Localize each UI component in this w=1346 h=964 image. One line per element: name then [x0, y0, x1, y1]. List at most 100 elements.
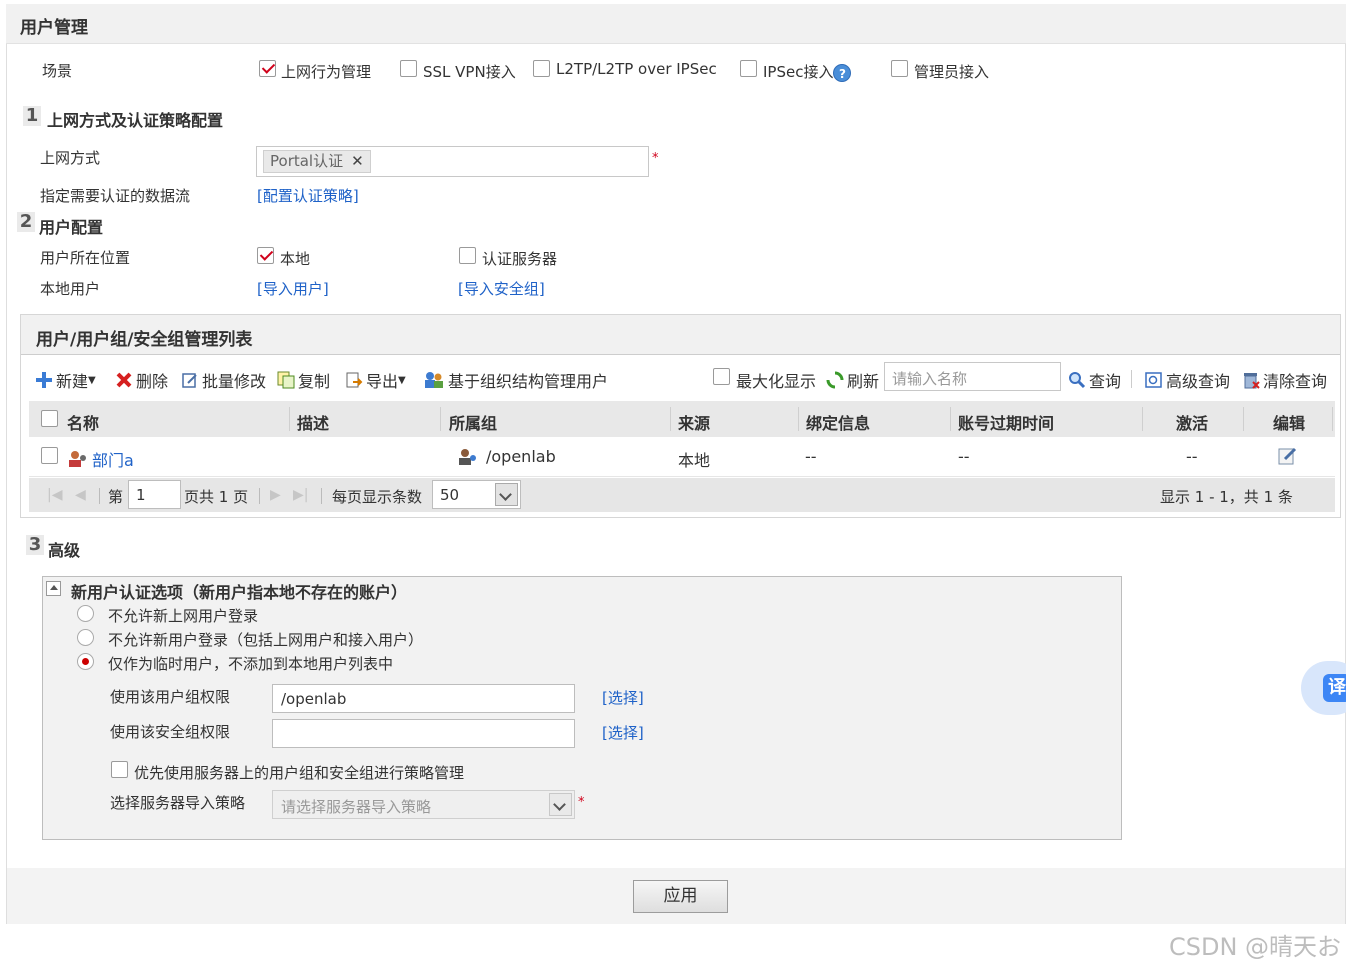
row-checkbox[interactable] — [41, 447, 58, 464]
delete-x-icon — [115, 371, 133, 389]
maximize-checkbox[interactable] — [713, 368, 730, 385]
radio-label: 不允许新用户登录（包括上网用户和接入用户） — [108, 631, 424, 649]
column-header-source[interactable]: 来源 — [678, 410, 710, 434]
batch-edit-icon — [181, 371, 199, 389]
panel-header: 用户/用户组/安全组管理列表 — [21, 315, 1340, 355]
column-header-expire[interactable]: 账号过期时间 — [958, 410, 1054, 434]
select-security-group-link[interactable]: [选择] — [602, 722, 644, 743]
radio-deny-all-new-users[interactable] — [77, 629, 94, 646]
new-button[interactable]: 新建 ▼ — [35, 368, 96, 392]
advanced-search-icon — [1145, 371, 1163, 389]
translate-icon: 译 — [1323, 674, 1346, 702]
section-number: 1 — [23, 106, 41, 126]
help-icon[interactable]: ? — [833, 63, 852, 82]
column-divider — [289, 407, 290, 431]
collapse-icon[interactable] — [46, 581, 61, 596]
pagination-bar: |◀ ◀ 第 1 页共 1 页 ▶ ▶| 每页显示条数 50 显示 1 - 1，… — [29, 478, 1335, 512]
per-page-select[interactable]: 50 — [432, 480, 521, 509]
clear-query-button[interactable]: 清除查询 — [1242, 368, 1327, 392]
column-header-description[interactable]: 描述 — [297, 410, 329, 434]
table-header: 名称 描述 所属组 来源 绑定信息 账号过期时间 激活 编辑 — [29, 401, 1335, 437]
page-number-input[interactable]: 1 — [128, 480, 181, 509]
import-security-group-link[interactable]: [导入安全组] — [458, 278, 545, 299]
prefer-server-label: 优先使用服务器上的用户组和安全组进行策略管理 — [134, 764, 465, 782]
radio-temporary-user[interactable] — [77, 653, 94, 670]
column-divider — [798, 407, 799, 431]
last-page-icon[interactable]: ▶| — [293, 487, 308, 503]
query-button[interactable]: 查询 — [1068, 368, 1121, 392]
delete-button[interactable]: 删除 — [115, 368, 168, 392]
copy-button[interactable]: 复制 — [277, 368, 330, 392]
pager-divider — [259, 488, 260, 504]
select-all-checkbox[interactable] — [41, 410, 58, 427]
new-user-auth-title: 新用户认证选项（新用户指本地不存在的账户） — [71, 583, 408, 602]
table-row[interactable]: 部门a /openlab 本地 -- -- -- — [29, 437, 1335, 477]
config-auth-policy-link[interactable]: [配置认证策略] — [257, 185, 359, 206]
row-expire: -- — [958, 447, 970, 466]
import-user-link[interactable]: [导入用户] — [257, 278, 329, 299]
refresh-icon — [826, 371, 844, 389]
scenario-checkbox-l2tp[interactable] — [533, 60, 550, 77]
scenario-option-label: 上网行为管理 — [281, 63, 372, 81]
row-binding: -- — [805, 447, 817, 466]
plus-icon — [35, 371, 53, 389]
prev-page-icon[interactable]: ◀ — [75, 487, 86, 503]
scenario-checkbox-ipsec[interactable] — [740, 60, 757, 77]
apply-button[interactable]: 应用 — [633, 880, 728, 913]
import-policy-label: 选择服务器导入策略 — [110, 794, 246, 812]
column-divider — [670, 407, 671, 431]
radio-deny-new-web-users[interactable] — [77, 605, 94, 622]
search-input[interactable]: 请输入名称 — [884, 362, 1061, 391]
export-button[interactable]: 导出 ▼ — [345, 368, 406, 392]
next-page-icon[interactable]: ▶ — [270, 487, 281, 503]
row-group: /openlab — [457, 447, 556, 466]
column-header-name[interactable]: 名称 — [67, 410, 99, 434]
column-header-group[interactable]: 所属组 — [449, 410, 497, 434]
refresh-button[interactable]: 刷新 — [826, 368, 879, 392]
user-location-label: 用户所在位置 — [40, 249, 131, 267]
security-group-permission-input[interactable] — [272, 719, 575, 748]
scenario-checkbox-ssl-vpn[interactable] — [400, 60, 417, 77]
column-divider — [440, 407, 441, 431]
search-icon — [1068, 371, 1086, 389]
row-active: -- — [1186, 447, 1198, 466]
column-header-binding[interactable]: 绑定信息 — [806, 410, 870, 434]
section-title: 上网方式及认证策略配置 — [47, 111, 224, 130]
org-users-icon — [423, 371, 445, 389]
scenario-option-label: L2TP/L2TP over IPSec — [556, 60, 717, 78]
group-permission-input[interactable]: /openlab — [272, 684, 575, 713]
scenario-option-label: 管理员接入 — [914, 63, 990, 81]
column-divider — [1243, 407, 1244, 431]
radio-label: 不允许新上网用户登录 — [108, 607, 259, 625]
copy-icon — [277, 371, 295, 389]
panel-title: 用户/用户组/安全组管理列表 — [36, 330, 253, 350]
section-title: 用户配置 — [39, 218, 104, 237]
select-group-link[interactable]: [选择] — [602, 687, 644, 708]
access-mode-field[interactable]: Portal认证 ✕ — [256, 146, 649, 177]
advanced-query-button[interactable]: 高级查询 — [1145, 368, 1230, 392]
prefer-server-checkbox[interactable] — [111, 761, 128, 778]
scenario-checkbox-web-behavior[interactable] — [259, 60, 276, 77]
remove-tag-icon[interactable]: ✕ — [351, 152, 364, 170]
scenario-option-label: SSL VPN接入 — [423, 63, 516, 81]
location-server-checkbox[interactable] — [459, 247, 476, 264]
section-number: 2 — [17, 212, 35, 232]
column-divider — [1332, 407, 1333, 431]
row-edit-icon[interactable] — [1278, 446, 1298, 470]
location-local-checkbox[interactable] — [257, 247, 274, 264]
page-header: 用户管理 — [6, 4, 1346, 44]
import-policy-select[interactable]: 请选择服务器导入策略 — [272, 790, 575, 819]
maximize-label: 最大化显示 — [736, 372, 817, 391]
first-page-icon[interactable]: |◀ — [47, 487, 62, 503]
chevron-down-icon — [495, 483, 518, 506]
export-icon — [345, 371, 363, 389]
column-header-active[interactable]: 激活 — [1176, 410, 1208, 434]
org-manage-button[interactable]: 基于组织结构管理用户 — [423, 368, 608, 392]
batch-edit-button[interactable]: 批量修改 — [181, 368, 266, 392]
row-name-link[interactable]: 部门a — [67, 447, 134, 471]
scenario-option-label: IPSec接入? — [763, 61, 852, 82]
chevron-down-icon — [549, 793, 572, 816]
pager-divider — [321, 488, 322, 504]
translate-float-button[interactable]: 译 — [1301, 661, 1346, 715]
scenario-checkbox-admin[interactable] — [891, 60, 908, 77]
